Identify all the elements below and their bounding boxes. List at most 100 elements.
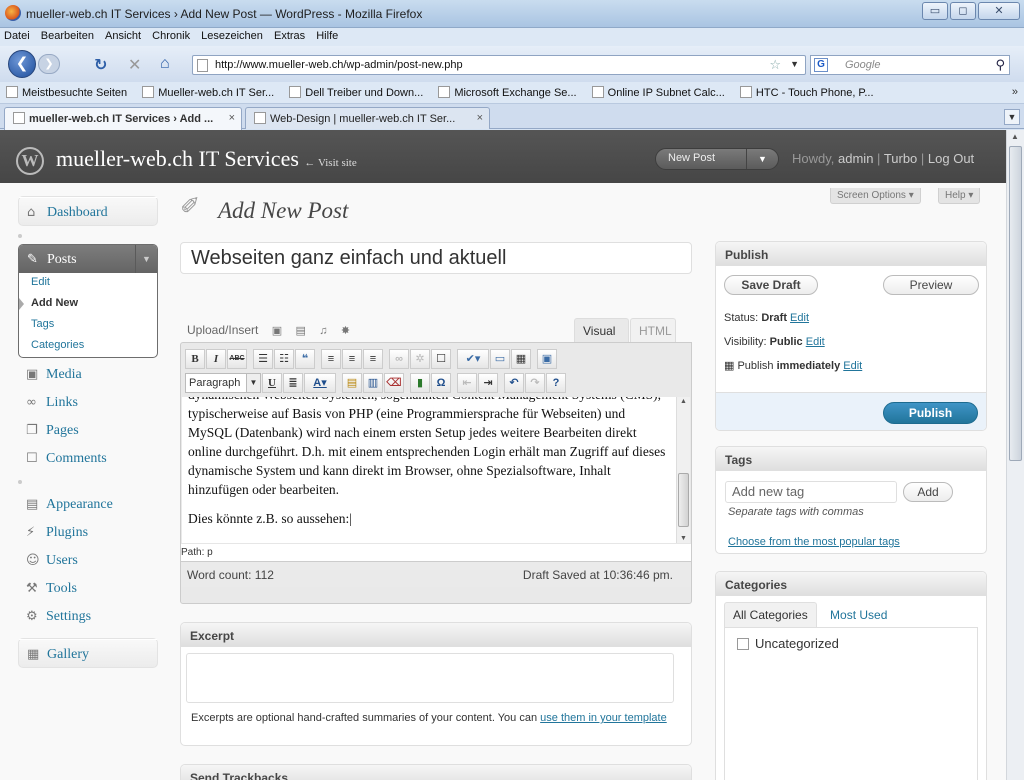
excerpt-textarea[interactable] <box>186 653 674 703</box>
scroll-up-icon[interactable]: ▲ <box>1011 132 1019 141</box>
tab-all-categories[interactable]: All Categories <box>724 602 817 627</box>
menu-separator[interactable] <box>18 228 158 244</box>
add-image-icon[interactable]: ▣ <box>272 324 282 337</box>
help-icon[interactable]: ? <box>546 373 566 393</box>
bookmark-star-icon[interactable]: ☆ <box>769 57 781 73</box>
search-box[interactable]: G Google ⚲ <box>810 55 1010 75</box>
menu-ansicht[interactable]: Ansicht <box>101 28 145 42</box>
excerpt-heading[interactable]: Excerpt <box>181 623 691 647</box>
paste-word-button[interactable]: ▥ <box>363 373 383 393</box>
menu-bearbeiten[interactable]: Bearbeiten <box>37 28 98 42</box>
bookmark-item[interactable]: Mueller-web.ch IT Ser... <box>136 82 280 99</box>
align-left-button[interactable]: ≡ <box>321 349 341 369</box>
close-window-icon[interactable]: ✕ <box>978 2 1020 20</box>
tab-add-new-post[interactable]: mueller-web.ch IT Services › Add ... × <box>4 107 242 130</box>
align-right-button[interactable]: ≡ <box>363 349 383 369</box>
paste-text-button[interactable]: ▤ <box>342 373 362 393</box>
page-scrollbar[interactable]: ▲ <box>1006 130 1024 780</box>
menu-datei[interactable]: Datei <box>0 28 34 42</box>
bookmark-item[interactable]: Meistbesuchte Seiten <box>0 82 133 99</box>
submenu-tags[interactable]: Tags <box>19 315 157 336</box>
submenu-categories[interactable]: Categories <box>19 336 157 357</box>
bookmarks-more-button[interactable]: » <box>1012 86 1018 98</box>
menu-media[interactable]: ▣ Media <box>18 360 158 388</box>
preview-button[interactable]: Preview <box>883 275 979 295</box>
bold-button[interactable]: B <box>185 349 205 369</box>
menu-separator[interactable] <box>18 474 158 490</box>
category-checkbox[interactable] <box>737 638 749 650</box>
popular-tags-link[interactable]: Choose from the most popular tags <box>728 536 900 548</box>
scrollbar-thumb[interactable] <box>1009 146 1022 461</box>
menu-links[interactable]: ∞ Links <box>18 388 158 416</box>
site-title[interactable]: mueller-web.ch IT Services ← Visit site <box>56 146 357 172</box>
special-char-button[interactable]: Ω <box>431 373 451 393</box>
post-title-input[interactable]: Webseiten ganz einfach und aktuell <box>180 242 692 274</box>
forward-button[interactable]: ❯ <box>38 54 60 74</box>
bookmark-item[interactable]: Online IP Subnet Calc... <box>586 82 731 99</box>
menu-lesezeichen[interactable]: Lesezeichen <box>197 28 267 42</box>
bookmark-item[interactable]: Microsoft Exchange Se... <box>432 82 582 99</box>
tab-html[interactable]: HTML <box>630 318 676 342</box>
remove-format-button[interactable]: ⌫ <box>384 373 404 393</box>
undo-button[interactable]: ↶ <box>504 373 524 393</box>
visit-site-link[interactable]: ← Visit site <box>304 157 356 169</box>
italic-button[interactable]: I <box>206 349 226 369</box>
publish-heading[interactable]: Publish <box>716 242 986 266</box>
list-tabs-icon[interactable]: ▼ <box>1004 109 1020 125</box>
menu-users[interactable]: ☺ Users <box>18 546 158 574</box>
justify-button[interactable]: ≣ <box>283 373 303 393</box>
format-select[interactable]: Paragraph ▼ <box>185 373 261 393</box>
tab-most-used[interactable]: Most Used <box>822 603 895 627</box>
scrollbar-thumb[interactable] <box>678 473 689 527</box>
menu-dashboard[interactable]: ⌂ Dashboard <box>19 197 157 225</box>
menu-tools[interactable]: ⚒ Tools <box>18 574 158 602</box>
menu-plugins[interactable]: ⚡ Plugins <box>18 518 158 546</box>
chevron-down-icon[interactable]: ▼ <box>135 245 157 273</box>
add-tag-button[interactable]: Add <box>903 482 953 502</box>
new-tag-input[interactable]: Add new tag <box>725 481 897 503</box>
strikethrough-button[interactable]: ABC <box>227 349 247 369</box>
url-dropdown-icon[interactable]: ▼ <box>790 59 799 69</box>
tags-heading[interactable]: Tags <box>716 447 986 471</box>
stop-icon[interactable]: ✕ <box>128 55 141 75</box>
menu-gallery[interactable]: ▦ Gallery <box>19 639 157 667</box>
favorite-action-label[interactable]: New Post <box>668 152 715 164</box>
chevron-down-icon[interactable]: ▼ <box>746 149 778 169</box>
menu-settings[interactable]: ⚙ Settings <box>18 602 158 630</box>
blockquote-button[interactable]: ❝ <box>295 349 315 369</box>
user-link[interactable]: admin <box>838 151 873 166</box>
editor-scrollbar[interactable]: ▲ ▼ <box>676 397 690 543</box>
text-color-button[interactable]: A▾ <box>304 373 336 393</box>
align-center-button[interactable]: ≡ <box>342 349 362 369</box>
submenu-add-new[interactable]: Add New <box>19 294 157 315</box>
home-icon[interactable]: ⌂ <box>160 55 170 73</box>
categories-heading[interactable]: Categories <box>716 572 986 596</box>
indent-button[interactable]: ⇥ <box>478 373 498 393</box>
help-button[interactable]: Help ▾ <box>938 188 981 204</box>
turbo-link[interactable]: Turbo <box>884 151 917 166</box>
favorite-actions[interactable]: New Post ▼ <box>655 148 779 170</box>
logout-link[interactable]: Log Out <box>928 151 974 166</box>
bookmark-item[interactable]: HTC - Touch Phone, P... <box>734 82 880 99</box>
scroll-down-icon[interactable]: ▼ <box>680 535 687 542</box>
trackbacks-heading[interactable]: Send Trackbacks <box>181 765 691 780</box>
publish-button[interactable]: Publish <box>883 402 978 424</box>
media-embed-button[interactable]: ▮ <box>410 373 430 393</box>
url-bar[interactable]: http://www.mueller-web.ch/wp-admin/post-… <box>192 55 806 75</box>
link-button[interactable]: ∞ <box>389 349 409 369</box>
minimize-icon[interactable]: ▭ <box>922 2 948 20</box>
scroll-up-icon[interactable]: ▲ <box>680 398 687 405</box>
excerpt-template-link[interactable]: use them in your template <box>540 712 667 724</box>
gallery-plugin-button[interactable]: ▣ <box>537 349 557 369</box>
kitchen-sink-button[interactable]: ▦ <box>511 349 531 369</box>
bookmark-item[interactable]: Dell Treiber und Down... <box>283 82 429 99</box>
maximize-icon[interactable]: ◻ <box>950 2 976 20</box>
more-tag-button[interactable]: ☐ <box>431 349 451 369</box>
unlink-button[interactable]: ✲ <box>410 349 430 369</box>
numbered-list-button[interactable]: ☷ <box>274 349 294 369</box>
add-video-icon[interactable]: ▤ <box>295 324 305 337</box>
menu-hilfe[interactable]: Hilfe <box>312 28 342 42</box>
back-button[interactable]: ❮ <box>8 50 36 78</box>
save-draft-button[interactable]: Save Draft <box>724 275 818 295</box>
search-icon[interactable]: ⚲ <box>995 57 1005 73</box>
